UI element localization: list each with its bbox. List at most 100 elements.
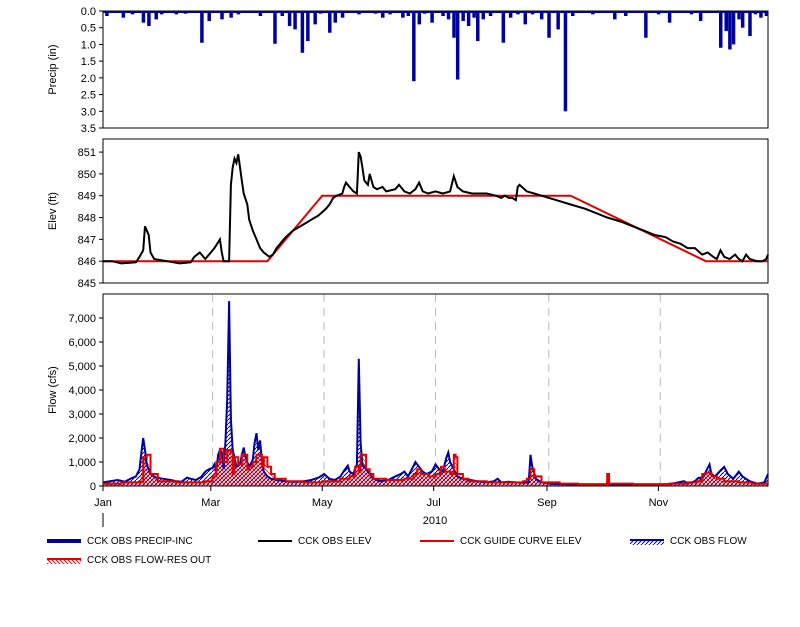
precip-bar — [472, 11, 476, 18]
precip-bar — [476, 11, 480, 42]
precip-bar — [516, 11, 520, 15]
legend: CCK OBS PRECIP-INC CCK OBS ELEV CCK GUID… — [0, 534, 800, 574]
precip-bar — [300, 11, 305, 53]
legend-label-flow-res: CCK OBS FLOW-RES OUT — [87, 555, 212, 566]
precip-bar — [192, 11, 197, 13]
precip-bar — [523, 11, 528, 25]
precip-bar — [121, 11, 126, 18]
precip-bar — [412, 11, 416, 82]
precip-bar — [563, 11, 568, 112]
precip-bar — [328, 11, 332, 33]
precip-bar — [634, 11, 639, 13]
legend-label-precip: CCK OBS PRECIP-INC — [87, 536, 193, 547]
precip-bar — [501, 11, 506, 43]
precip-bar — [417, 11, 422, 25]
y-tick-label: 4,000 — [68, 385, 96, 397]
precip-bar — [364, 11, 369, 13]
precip-bar — [306, 11, 310, 42]
precip-bar — [547, 11, 551, 38]
precip-bar — [737, 11, 741, 20]
y-tick-label: 845 — [78, 278, 96, 290]
precip-bar — [571, 11, 575, 17]
precip-bar — [393, 11, 398, 13]
y-tick-label: 2,000 — [68, 433, 96, 445]
y-tick-label: 7,000 — [68, 313, 96, 325]
elevation-panel: 845 846 847 848 849 850 851 Elev (ft) — [47, 138, 769, 290]
legend-swatch-flow-res — [47, 558, 81, 565]
precip-bar — [154, 11, 158, 20]
precip-bar — [709, 11, 714, 13]
x-tick-label: Nov — [649, 497, 669, 509]
y-tick-label: 3,000 — [68, 409, 96, 421]
precip-bar — [245, 11, 250, 13]
hydrograph-chart: 0.00.51.01.52.02.53.03.5Precip (in) 845 8… — [47, 6, 769, 527]
series-guide-curve-elev — [103, 194, 768, 263]
legend-item-flow-res: CCK OBS FLOW-RES OUT — [47, 555, 211, 566]
precip-bar — [452, 11, 456, 38]
y-axis-label: Flow (cfs) — [47, 366, 59, 414]
precip-bar — [105, 11, 109, 17]
y-tick-label: 0.5 — [81, 23, 96, 35]
precip-bar — [167, 11, 171, 13]
precip-bar — [644, 11, 648, 38]
precip-bar — [724, 11, 728, 32]
precip-bar — [258, 11, 263, 17]
precip-bar — [441, 11, 445, 17]
precip-bar — [678, 11, 683, 13]
precip-bar — [159, 11, 164, 15]
y-axis-label: Elev (ft) — [47, 192, 59, 230]
y-tick-label: 1.5 — [81, 56, 96, 68]
precip-bar — [719, 11, 723, 48]
precip-bar — [200, 11, 204, 43]
precip-bar — [698, 11, 703, 22]
x-tick-label: Sep — [537, 497, 557, 509]
precip-bar — [423, 11, 427, 14]
y-tick-label: 849 — [78, 191, 96, 203]
precip-bar — [229, 11, 233, 18]
precip-bar — [461, 11, 465, 22]
precip-bar — [318, 11, 323, 14]
precip-bar — [481, 11, 485, 20]
precip-bar — [508, 11, 513, 18]
precip-bar — [401, 11, 405, 18]
precip-bar — [357, 11, 361, 15]
y-tick-label: 850 — [78, 169, 96, 181]
y-tick-label: 5,000 — [68, 361, 96, 373]
legend-label-guide: CCK GUIDE CURVE ELEV — [460, 536, 582, 547]
precip-bar — [313, 11, 317, 25]
precip-panel: 0.0 0.5 1.0 1.5 2.0 2.5 3.0 3.5 Precip (in) — [47, 6, 769, 135]
precip-bar — [136, 11, 140, 13]
precip-bar — [406, 11, 411, 17]
precip-bar — [728, 11, 732, 50]
precip-bar — [435, 11, 440, 13]
precip-bar — [174, 11, 179, 15]
precip-bar — [110, 11, 115, 13]
precip-bar — [530, 11, 535, 15]
x-year-label: 2010 — [423, 515, 447, 527]
y-tick-label: 847 — [78, 234, 96, 246]
series-obs-elev — [103, 151, 769, 265]
precip-bar — [373, 11, 378, 14]
legend-label-flow: CCK OBS FLOW — [670, 536, 747, 547]
precip-bar — [430, 11, 434, 23]
legend-item-flow: CCK OBS FLOW — [630, 536, 747, 547]
legend-label-elev: CCK OBS ELEV — [298, 536, 372, 547]
precip-bar — [667, 11, 672, 23]
precip-bar — [740, 11, 745, 28]
x-tick-label: May — [312, 497, 333, 509]
precip-bar — [287, 11, 292, 27]
y-tick-label: 6,000 — [68, 337, 96, 349]
precip-bar — [381, 11, 385, 18]
y-tick-label: 3.5 — [81, 123, 96, 135]
y-tick-label: 2.5 — [81, 90, 96, 102]
precip-bar — [141, 11, 146, 23]
precip-bar — [488, 11, 493, 17]
precip-bar — [624, 11, 628, 17]
precip-bar — [759, 11, 763, 18]
precip-bar — [455, 11, 460, 80]
precip-bar — [689, 11, 694, 15]
precip-bar — [333, 11, 338, 23]
legend-swatch-elev — [258, 540, 292, 543]
precip-bar — [236, 11, 241, 15]
y-tick-label: 851 — [78, 147, 96, 159]
